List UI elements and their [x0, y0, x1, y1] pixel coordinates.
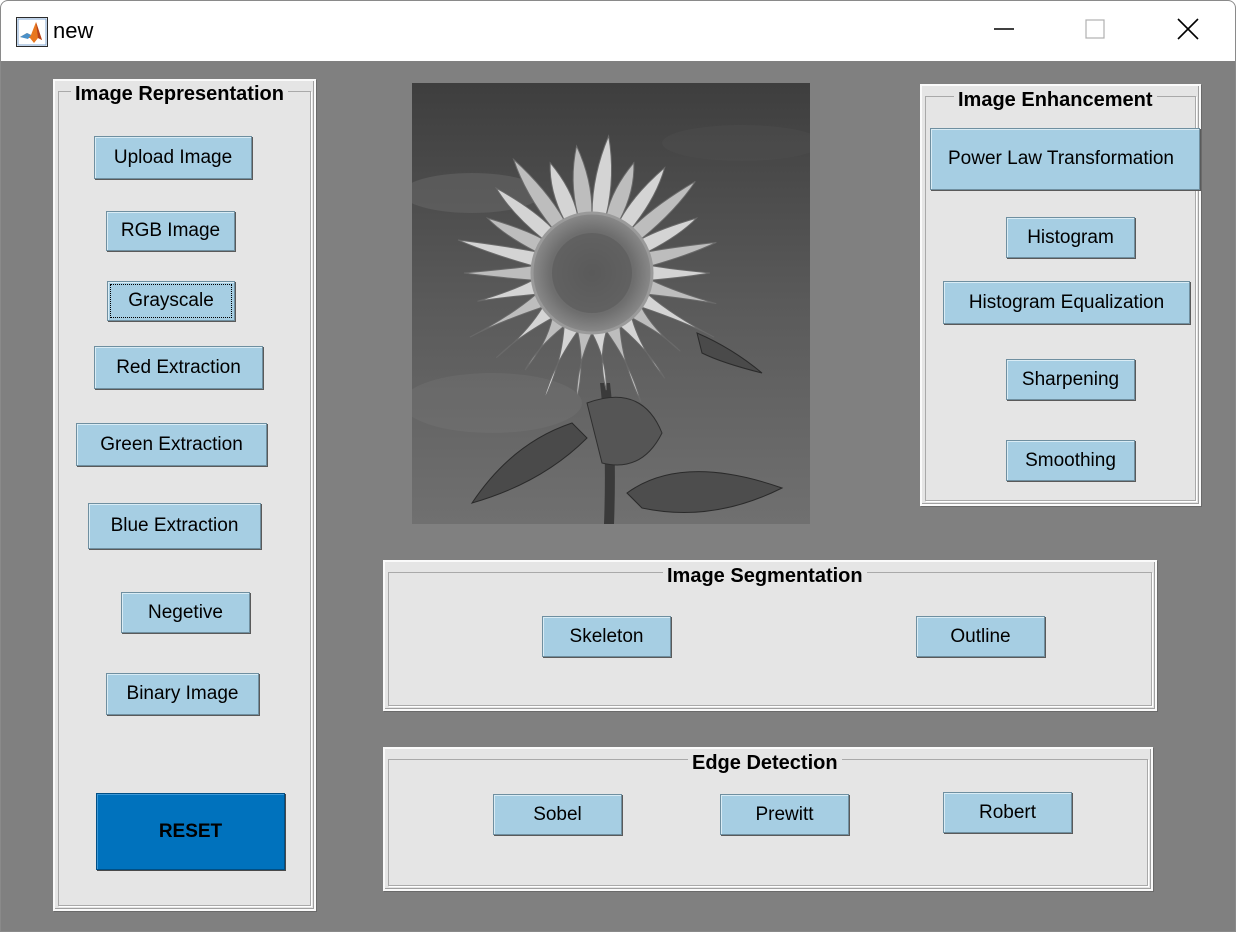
histogram-equalization-button[interactable]: Histogram Equalization: [943, 281, 1190, 324]
minimize-icon: [993, 18, 1015, 45]
histogram-button[interactable]: Histogram: [1006, 217, 1135, 258]
sobel-button[interactable]: Sobel: [493, 794, 622, 835]
smoothing-button[interactable]: Smoothing: [1006, 440, 1135, 481]
outline-button[interactable]: Outline: [916, 616, 1045, 657]
binary-image-button[interactable]: Binary Image: [106, 673, 259, 715]
grayscale-button[interactable]: Grayscale: [107, 281, 235, 321]
minimize-button[interactable]: [981, 13, 1027, 49]
panel-title-representation: Image Representation: [71, 83, 288, 105]
panel-title-edge: Edge Detection: [688, 752, 842, 774]
image-segmentation-panel: Image Segmentation Skeleton Outline: [383, 560, 1157, 711]
maximize-icon: [1084, 18, 1106, 45]
blue-extraction-button[interactable]: Blue Extraction: [88, 503, 261, 549]
sunflower-image: [412, 83, 810, 524]
upload-image-button[interactable]: Upload Image: [94, 136, 252, 179]
figure-area: Image Representation Upload Image RGB Im…: [1, 61, 1235, 931]
red-extraction-button[interactable]: Red Extraction: [94, 346, 263, 389]
title-bar[interactable]: new: [1, 1, 1235, 61]
prewitt-button[interactable]: Prewitt: [720, 794, 849, 835]
skeleton-button[interactable]: Skeleton: [542, 616, 671, 657]
panel-title-enhancement: Image Enhancement: [954, 89, 1157, 111]
robert-button[interactable]: Robert: [943, 792, 1072, 833]
close-button[interactable]: [1165, 13, 1211, 49]
maximize-button[interactable]: [1072, 13, 1118, 49]
window-title: new: [53, 18, 94, 43]
power-law-button[interactable]: Power Law Transformation: [930, 128, 1200, 190]
close-icon: [1176, 17, 1200, 46]
green-extraction-button[interactable]: Green Extraction: [76, 423, 267, 466]
rgb-image-button[interactable]: RGB Image: [106, 211, 235, 251]
image-display: [412, 83, 810, 524]
panel-title-segmentation: Image Segmentation: [663, 565, 867, 587]
reset-button[interactable]: RESET: [96, 793, 285, 870]
image-enhancement-panel: Image Enhancement Power Law Transformati…: [920, 84, 1201, 506]
image-representation-panel: Image Representation Upload Image RGB Im…: [53, 79, 316, 911]
matlab-logo-icon: [16, 17, 48, 47]
app-window: new Image Representation Upload Image RG…: [0, 0, 1236, 932]
edge-detection-panel: Edge Detection Sobel Prewitt Robert: [383, 747, 1153, 891]
negative-button[interactable]: Negetive: [121, 592, 250, 633]
sharpening-button[interactable]: Sharpening: [1006, 359, 1135, 400]
